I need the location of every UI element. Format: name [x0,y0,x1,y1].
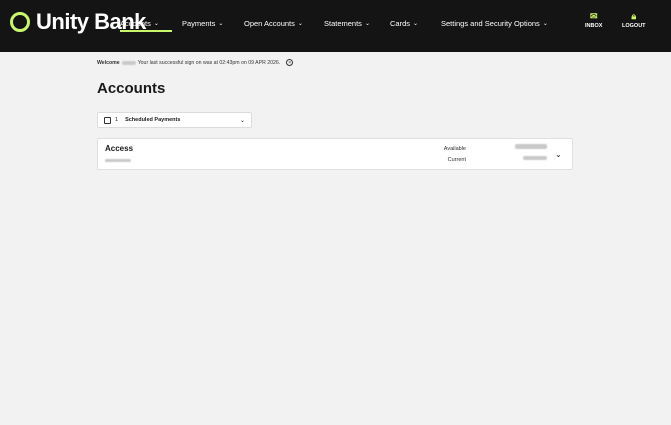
top-navigation-bar: Unity Bank Accounts ⌄ Payments ⌄ Open Acco… [0,0,671,52]
logout-button[interactable]: 🔒︎ LOGOUT [622,11,646,30]
lock-icon: 🔒︎ [631,11,637,21]
welcome-prefix: Welcome [97,59,120,66]
logo-ring-icon [10,12,30,32]
close-icon[interactable]: × [286,59,294,66]
welcome-banner: Welcome Your last successful sign on was… [97,59,294,66]
nav-open-accounts-label: Open Accounts [244,19,295,28]
nav-cards-label: Cards [390,19,411,28]
inbox-label: INBOX [585,23,603,29]
nav-cards[interactable]: Cards ⌄ [390,19,441,28]
nav-statements[interactable]: Statements ⌄ [324,19,390,28]
redacted-current-balance [523,156,547,160]
nav-accounts-label: Accounts [120,19,151,28]
chevron-down-icon: ⌄ [239,117,245,124]
nav-payments-label: Payments [182,19,216,28]
main-nav: Accounts ⌄ Payments ⌄ Open Accounts ⌄ State… [120,19,548,32]
scheduled-count: 1 [115,117,119,123]
current-label: Current [447,157,466,163]
nav-settings-security[interactable]: Settings and Security Options ⌄ [441,19,548,28]
inbox-button[interactable]: ✉ INBOX [585,11,603,30]
mail-icon: ✉ [589,11,598,21]
chevron-down-icon: ⌄ [153,21,159,27]
chevron-down-icon: ⌄ [297,21,303,27]
scheduled-label: Scheduled Payments [125,117,181,123]
account-card-access[interactable]: Access Available Current ⌄ [97,138,573,170]
logout-label: LOGOUT [622,23,646,29]
nav-payments[interactable]: Payments ⌄ [182,19,244,28]
redacted-available-balance [515,144,547,149]
redacted-account-number [105,159,131,162]
chevron-down-icon[interactable]: ⌄ [555,150,562,159]
chevron-down-icon: ⌄ [542,21,548,27]
last-sign-on-message: Your last successful sign on was at 02:4… [137,59,281,66]
calendar-icon [104,116,111,124]
chevron-down-icon: ⌄ [218,21,224,27]
available-label: Available [443,146,466,152]
nav-open-accounts[interactable]: Open Accounts ⌄ [244,19,324,28]
nav-settings-label: Settings and Security Options [441,19,540,28]
nav-accounts[interactable]: Accounts ⌄ [120,19,182,32]
nav-statements-label: Statements [324,19,362,28]
page-title: Accounts [97,80,166,97]
scheduled-payments-dropdown[interactable]: 1 Scheduled Payments ⌄ [97,112,252,128]
chevron-down-icon: ⌄ [364,21,370,27]
chevron-down-icon: ⌄ [413,21,419,27]
redacted-username [121,60,136,65]
account-name: Access [105,144,134,153]
